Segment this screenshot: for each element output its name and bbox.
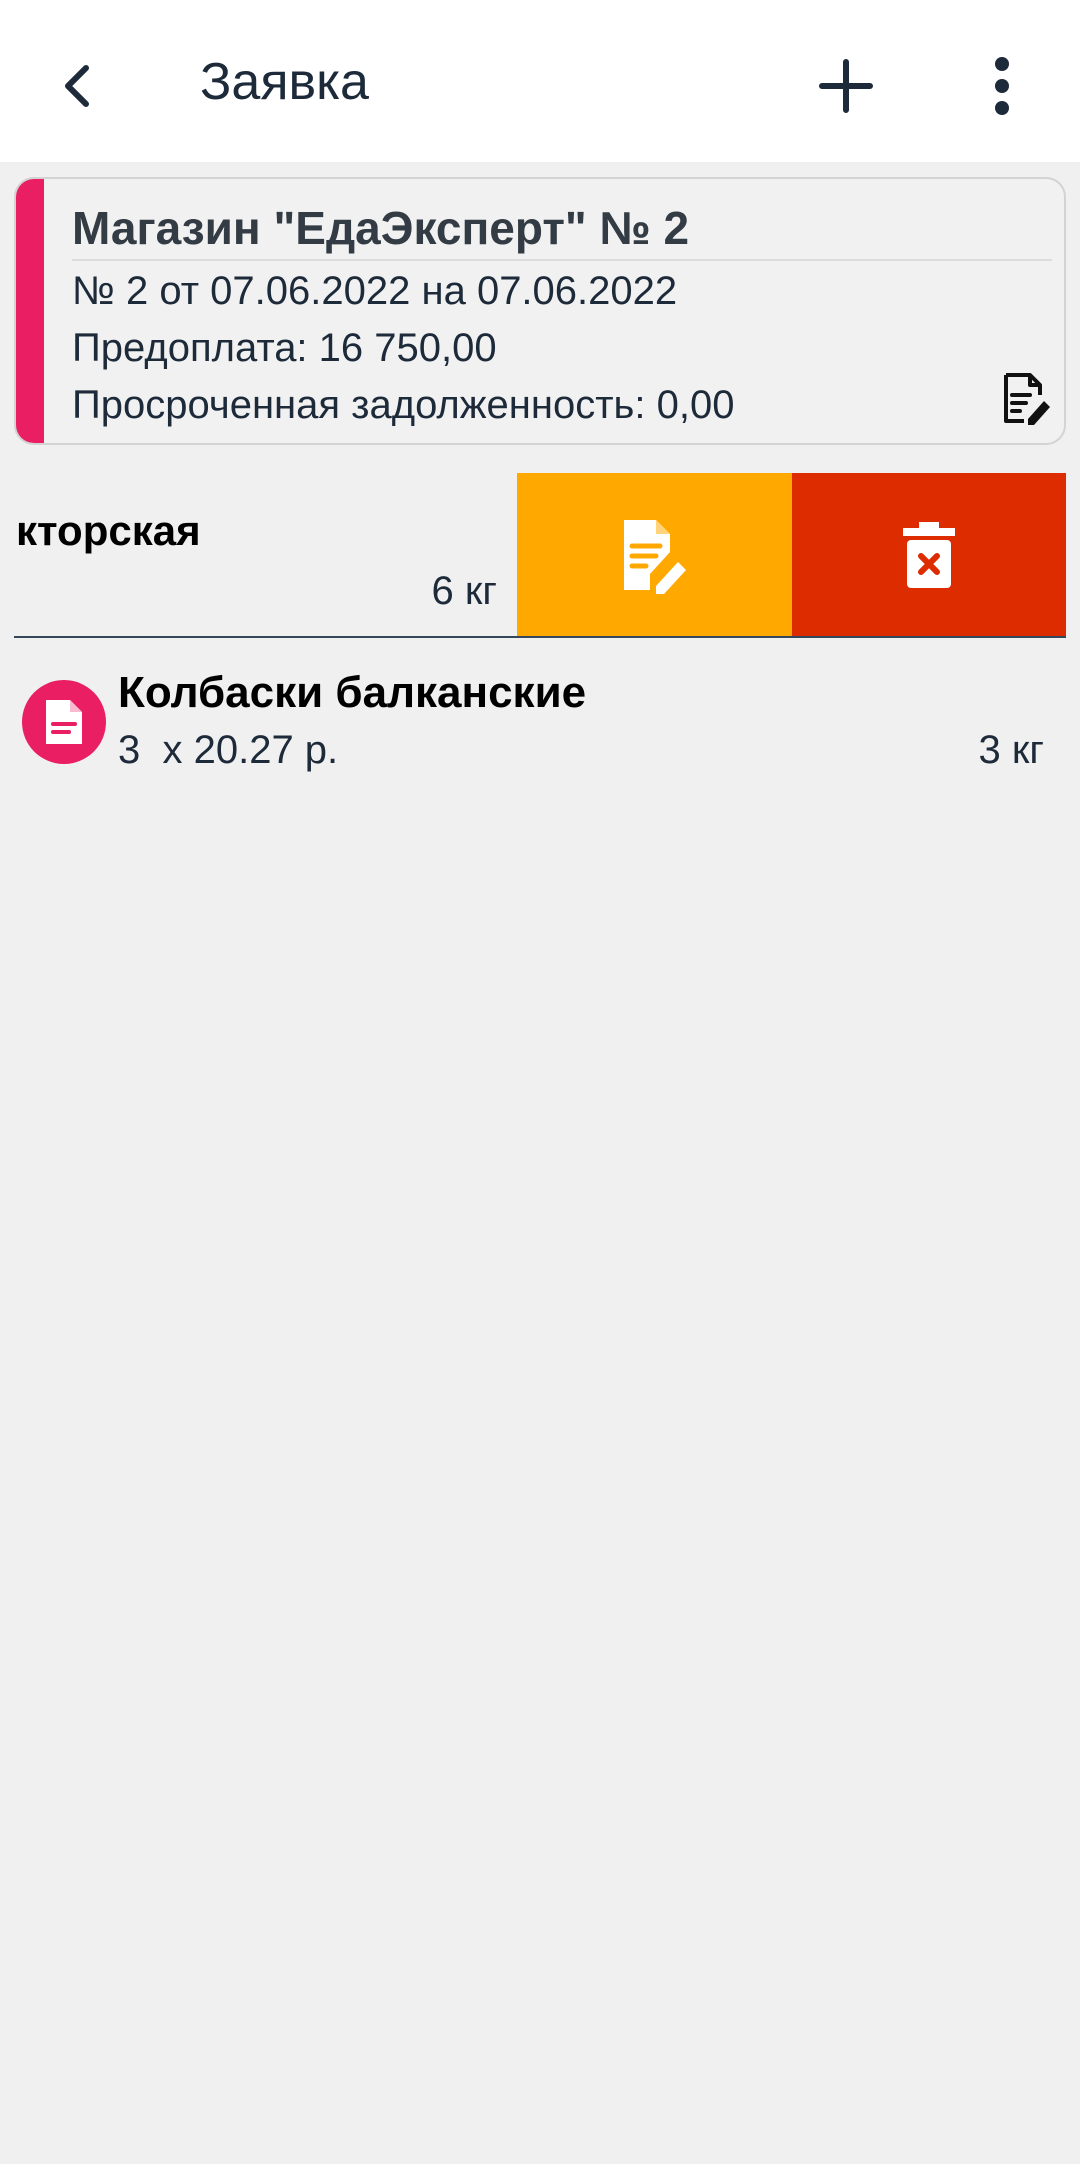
item-quantity: 6 кг [431,569,497,613]
app-bar: Заявка [0,0,1080,162]
edit-document-icon[interactable] [1000,371,1052,427]
order-header-card[interactable]: Магазин "ЕдаЭксперт" № 2 № 2 от 07.06.20… [14,177,1066,445]
order-number-dates: № 2 от 07.06.2022 на 07.06.2022 [72,269,678,313]
list-item-content[interactable]: кторская 6 кг [14,473,517,638]
list-item[interactable]: Колбаски балканские 3 x 20.27 р. 3 кг [0,660,1080,790]
item-quantity: 3 кг [978,728,1044,772]
prepayment: Предоплата: 16 750,00 [72,326,497,370]
swipe-delete-button[interactable] [792,473,1066,636]
add-button[interactable] [806,46,886,126]
back-arrow-icon [65,65,89,107]
item-badge [22,680,106,764]
store-name: Магазин "ЕдаЭксперт" № 2 [72,202,690,254]
item-name: Колбаски балканские [118,668,587,717]
more-options-button[interactable] [962,46,1042,126]
overdue-debt: Просроченная задолженность: 0,00 [72,383,735,427]
more-vert-icon [995,57,1009,115]
status-stripe [16,179,44,443]
back-button[interactable] [40,46,116,126]
page-title: Заявка [200,53,369,111]
document-icon [46,700,82,744]
list-item-swiped[interactable]: кторская 6 кг [0,473,1066,638]
row-divider [14,636,1066,638]
item-name: кторская [16,507,201,554]
item-price: 3 x 20.27 р. [118,728,339,772]
divider [72,259,1052,261]
plus-icon [819,59,873,113]
swipe-edit-button[interactable] [517,473,792,636]
delete-icon [903,521,955,588]
edit-note-icon [623,519,686,594]
